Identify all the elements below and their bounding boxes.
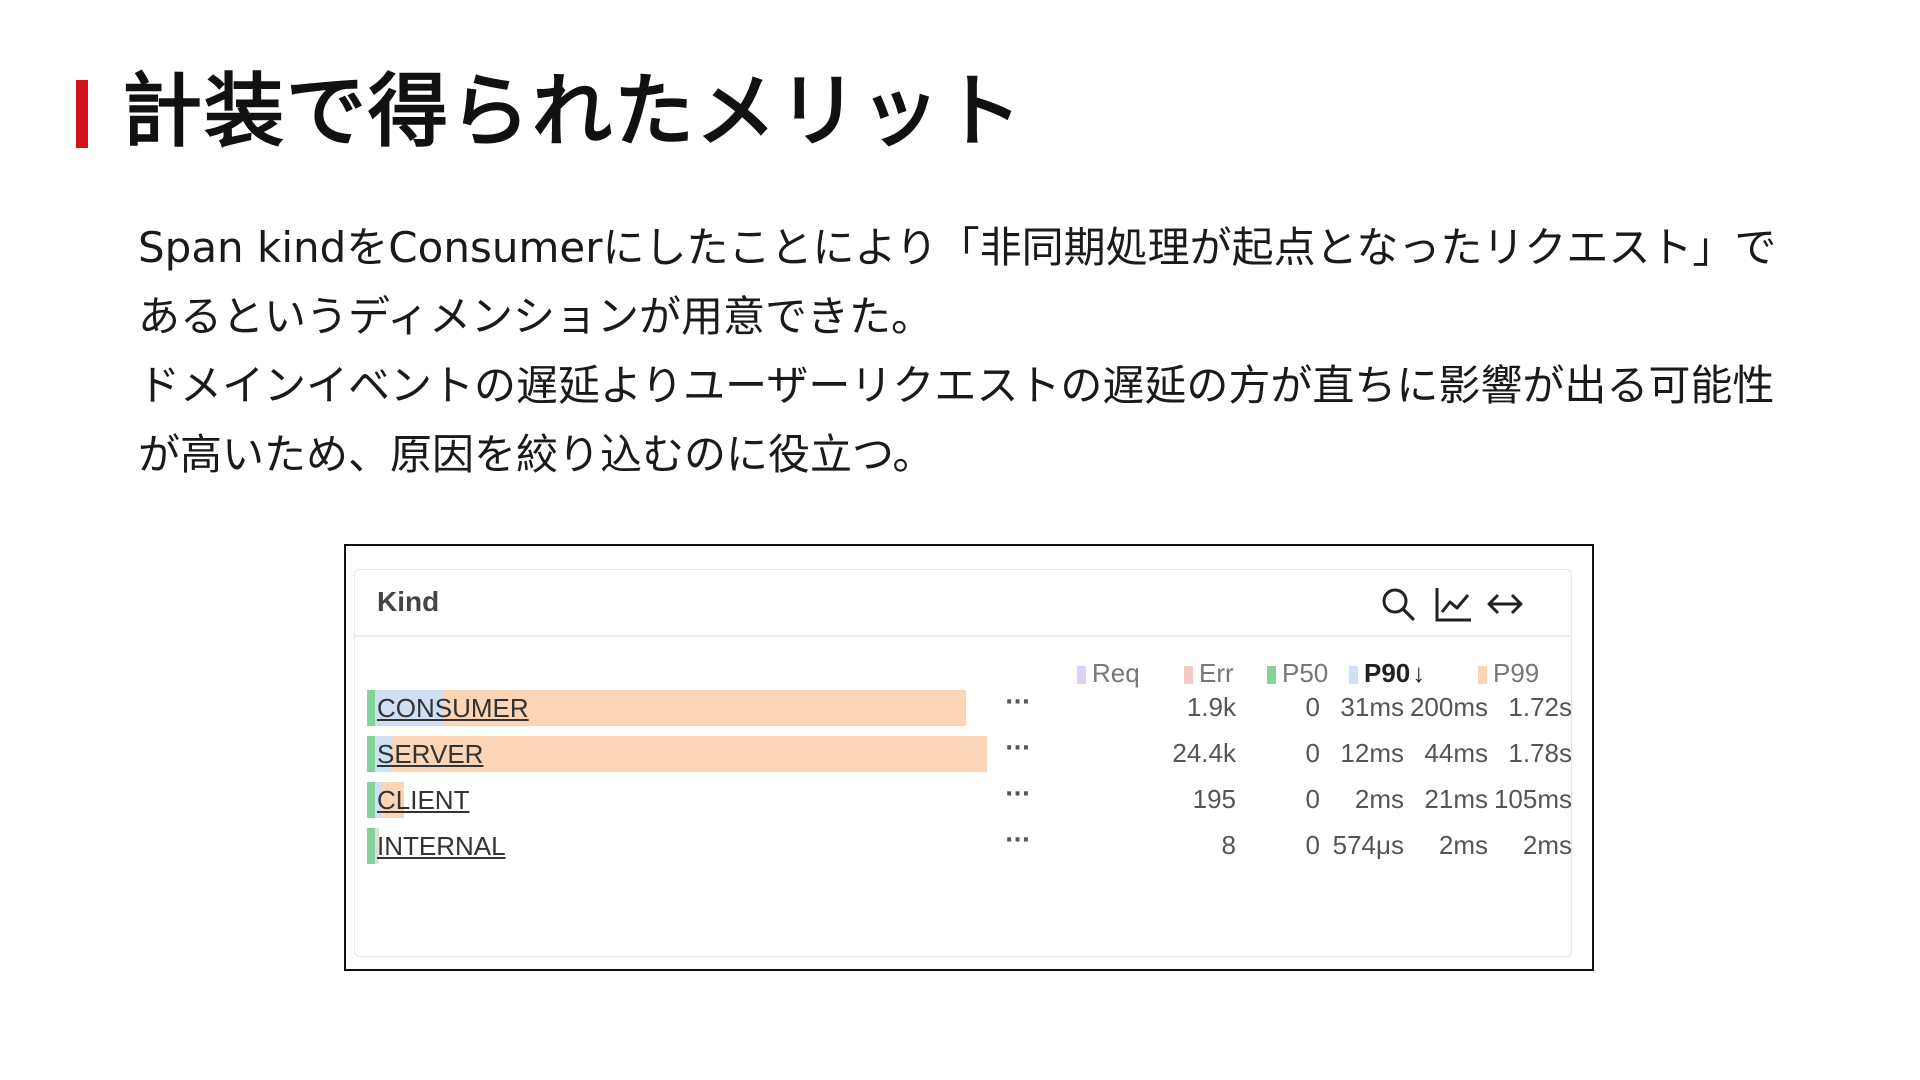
cell-p50: 12ms [1340, 738, 1404, 768]
cell-p50: 31ms [1340, 692, 1404, 722]
column-label: Err [1199, 658, 1234, 688]
legend-swatch [1184, 666, 1193, 684]
sort-desc-icon: ↓ [1412, 658, 1426, 688]
cell-err: 0 [1305, 830, 1320, 860]
cell-req: 1.9k [1186, 692, 1236, 722]
p50-bar [367, 782, 375, 818]
cell-p90: 21ms [1424, 784, 1488, 814]
body-paragraph: Span kindをConsumerにしたことにより「非同期処理が起点となったリ… [138, 223, 1777, 341]
cell-err: 0 [1305, 784, 1320, 814]
row-label-link[interactable]: CLIENT [377, 785, 469, 816]
table-row[interactable]: CONSUMER ··· 1.9k 0 31ms 200ms 1.72s [355, 690, 1572, 726]
row-label-link[interactable]: INTERNAL [377, 831, 506, 862]
cell-p50: 2ms [1354, 784, 1404, 814]
cell-req: 8 [1221, 830, 1236, 860]
screenshot-frame: Kind Req Err P50 P90↓ P99 CONSUMER ··· 1. [344, 544, 1594, 971]
column-header-req[interactable]: Req [1077, 658, 1140, 689]
title-accent-bar [76, 80, 88, 148]
cell-p90: 2ms [1438, 830, 1488, 860]
row-more-menu-icon[interactable]: ··· [1005, 828, 1030, 853]
cell-req: 195 [1192, 784, 1236, 814]
legend-swatch [1478, 666, 1487, 684]
expand-horizontal-icon[interactable] [1485, 584, 1525, 624]
cell-p99: 1.72s [1508, 692, 1572, 722]
p50-bar [367, 736, 375, 772]
panel-title: Kind [377, 586, 440, 617]
table-row[interactable]: SERVER ··· 24.4k 0 12ms 44ms 1.78s [355, 736, 1572, 772]
search-icon[interactable] [1378, 584, 1418, 624]
cell-req: 24.4k [1172, 738, 1236, 768]
column-label: P99 [1493, 658, 1540, 688]
cell-p50: 574μs [1332, 830, 1404, 860]
row-more-menu-icon[interactable]: ··· [1005, 782, 1030, 807]
cell-p99: 1.78s [1508, 738, 1572, 768]
row-more-menu-icon[interactable]: ··· [1005, 736, 1030, 761]
cell-p90: 44ms [1424, 738, 1488, 768]
line-chart-icon[interactable] [1433, 584, 1473, 624]
body-paragraph: ドメインイベントの遅延よりユーザーリクエストの遅延の方が直ちに影響が出る可能性が… [138, 361, 1775, 479]
slide-title: 計装で得られたメリット [122, 65, 1024, 158]
cell-err: 0 [1305, 738, 1320, 768]
legend-swatch [1077, 666, 1086, 684]
cell-err: 0 [1305, 692, 1320, 722]
slide-body: Span kindをConsumerにしたことにより「非同期処理が起点となったリ… [138, 213, 1798, 489]
legend-swatch [1267, 666, 1276, 684]
p50-bar [367, 828, 375, 864]
column-header-p90[interactable]: P90↓ [1349, 658, 1425, 689]
table-row[interactable]: INTERNAL ··· 8 0 574μs 2ms 2ms [355, 828, 1572, 864]
column-header-p99[interactable]: P99 [1478, 658, 1539, 689]
table-row[interactable]: CLIENT ··· 195 0 2ms 21ms 105ms [355, 782, 1572, 818]
row-label-link[interactable]: SERVER [377, 739, 483, 770]
column-label: P50 [1282, 658, 1329, 688]
row-label-link[interactable]: CONSUMER [377, 693, 529, 724]
column-header-p50[interactable]: P50 [1267, 658, 1328, 689]
cell-p99: 2ms [1522, 830, 1572, 860]
legend-swatch [1349, 666, 1358, 684]
column-header-err[interactable]: Err [1184, 658, 1234, 689]
row-more-menu-icon[interactable]: ··· [1005, 690, 1030, 715]
column-label: P90 [1364, 658, 1411, 688]
kind-panel: Kind Req Err P50 P90↓ P99 CONSUMER ··· 1. [354, 569, 1572, 957]
cell-p99: 105ms [1493, 784, 1572, 814]
p50-bar [367, 690, 375, 726]
panel-header: Kind [355, 570, 1571, 637]
column-label: Req [1092, 658, 1140, 688]
cell-p90: 200ms [1409, 692, 1488, 722]
